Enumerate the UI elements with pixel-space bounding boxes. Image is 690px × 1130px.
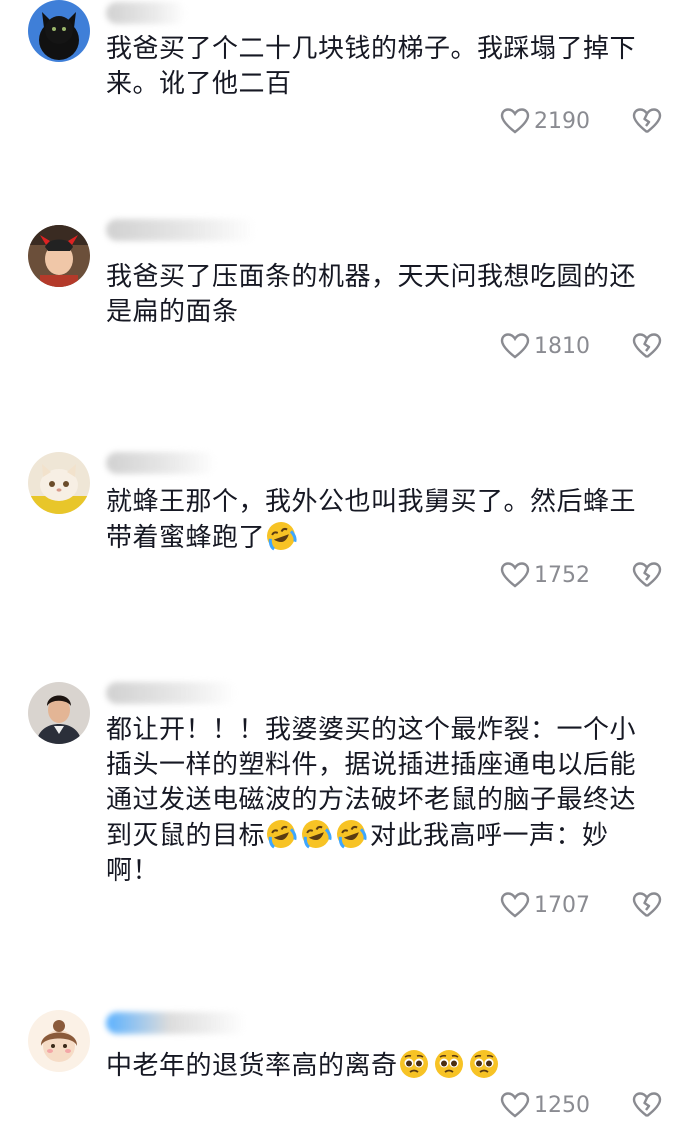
username-redacted — [106, 219, 256, 241]
comment-text: 中老年的退货率高的离奇 — [106, 1048, 661, 1084]
comment-text: 就蜂王那个，我外公也叫我舅买了。然后蜂王带着蜜蜂跑了 — [106, 485, 661, 556]
rofl-emoji — [300, 818, 332, 850]
dislike-button[interactable] — [632, 561, 662, 589]
heart-outline-icon — [500, 892, 530, 918]
comment-text: 都让开！！！我婆婆买的这个最炸裂：一个小插头一样的塑料件，据说插进插座通电以后能… — [106, 713, 661, 889]
broken-heart-icon — [632, 562, 662, 587]
like-count: 1707 — [534, 892, 590, 918]
comment-actions: 2190 — [500, 106, 662, 136]
dislike-button[interactable] — [632, 1091, 662, 1119]
like-button[interactable]: 1250 — [500, 1091, 590, 1119]
username-redacted — [106, 1012, 246, 1034]
like-count: 1250 — [534, 1092, 590, 1118]
like-count: 1752 — [534, 562, 590, 588]
rofl-emoji — [265, 818, 297, 850]
broken-heart-icon — [632, 108, 662, 133]
like-button[interactable]: 1810 — [500, 332, 590, 360]
dislike-button[interactable] — [632, 891, 662, 919]
comment-text: 我爸买了压面条的机器，天天问我想吃圆的还是扁的面条 — [106, 262, 637, 327]
dislike-button[interactable] — [632, 107, 662, 135]
comment-text: 我爸买了个二十几块钱的梯子。我踩塌了掉下来。讹了他二百 — [106, 34, 637, 99]
comment-actions: 1810 — [500, 331, 662, 361]
like-count: 1810 — [534, 333, 590, 359]
username-redacted — [106, 452, 216, 474]
pleading-emoji — [398, 1048, 430, 1080]
heart-outline-icon — [500, 333, 530, 359]
comment-actions: 1250 — [500, 1090, 662, 1120]
dislike-button[interactable] — [632, 332, 662, 360]
comment-text-body: 中老年的退货率高的离奇 — [106, 1051, 398, 1081]
comment-actions: 1752 — [500, 560, 662, 590]
comment-text-body: 就蜂王那个，我外公也叫我舅买了。然后蜂王带着蜜蜂跑了 — [106, 487, 637, 553]
heart-outline-icon — [500, 562, 530, 588]
username-redacted — [106, 2, 186, 24]
like-button[interactable]: 2190 — [500, 107, 590, 135]
broken-heart-icon — [632, 333, 662, 358]
rofl-emoji — [265, 520, 297, 552]
like-count: 2190 — [534, 108, 590, 134]
broken-heart-icon — [632, 1092, 662, 1117]
pleading-emoji — [468, 1048, 500, 1080]
man-portrait-avatar[interactable] — [28, 682, 90, 744]
comment-actions: 1707 — [500, 890, 662, 920]
rofl-emoji — [335, 818, 367, 850]
black-cat-avatar[interactable] — [28, 0, 90, 62]
child-photo-avatar[interactable] — [28, 225, 90, 287]
like-button[interactable]: 1707 — [500, 891, 590, 919]
heart-outline-icon — [500, 1092, 530, 1118]
username-redacted — [106, 682, 236, 704]
cartoon-girl-avatar[interactable] — [28, 1010, 90, 1072]
pleading-emoji — [433, 1048, 465, 1080]
white-cat-avatar[interactable] — [28, 452, 90, 514]
broken-heart-icon — [632, 892, 662, 917]
like-button[interactable]: 1752 — [500, 561, 590, 589]
heart-outline-icon — [500, 108, 530, 134]
